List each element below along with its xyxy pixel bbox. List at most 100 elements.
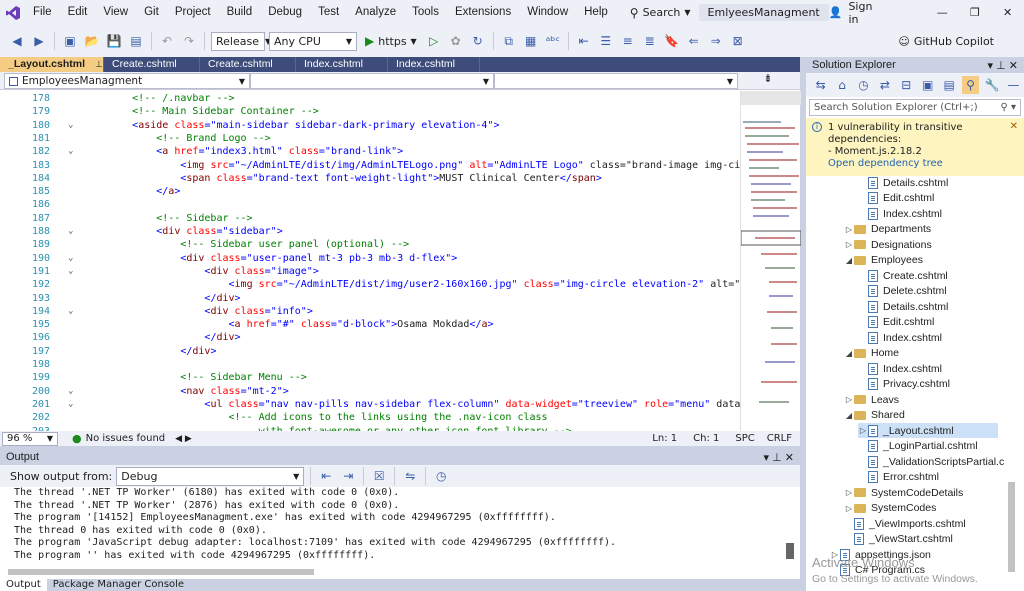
find-previous-icon[interactable]: ⇤ <box>317 467 335 485</box>
code-line[interactable]: <!-- /.navbar --> <box>84 93 234 104</box>
code-line[interactable]: <span class="brand-text font-weight-ligh… <box>84 173 602 184</box>
pin-icon[interactable]: ⊥ <box>772 452 782 464</box>
save-icon[interactable]: 💾 <box>105 32 123 50</box>
menu-item[interactable]: Test <box>310 0 347 25</box>
expand-arrow-icon[interactable]: ▷ <box>844 225 854 234</box>
comment-icon[interactable]: ≡ <box>619 32 637 50</box>
dismiss-banner-icon[interactable]: ✕ <box>1010 121 1018 133</box>
start-without-debugging-icon[interactable]: ▷ <box>425 32 443 50</box>
project-dropdown[interactable]: EmployeesManagment ▼ <box>4 73 250 89</box>
tree-item[interactable]: ▷ _Layout.cshtml <box>858 423 998 438</box>
column-indicator[interactable]: Ch: 1 <box>693 433 719 444</box>
restore-button[interactable]: ❐ <box>959 6 992 19</box>
tree-item[interactable]: Create.cshtml <box>858 268 948 283</box>
tree-item[interactable]: _ValidationScriptsPartial.c <box>858 454 1004 469</box>
more-icon[interactable]: — <box>1005 76 1022 94</box>
tree-item[interactable]: Index.cshtml <box>858 330 942 345</box>
tree-item[interactable]: ◢ Employees <box>844 253 923 268</box>
minimize-button[interactable]: — <box>926 6 959 19</box>
menu-item[interactable]: Analyze <box>347 0 404 25</box>
fold-toggle-icon[interactable]: ⌄ <box>68 266 73 276</box>
tree-item[interactable]: ▷ Leavs <box>844 392 899 407</box>
fold-toggle-icon[interactable]: ⌄ <box>68 120 73 130</box>
tree-vscrollbar[interactable] <box>1008 482 1015 572</box>
solution-search-input[interactable]: Search Solution Explorer (Ctrl+;) ⚲ ▾ <box>809 99 1021 116</box>
line-indicator[interactable]: Ln: 1 <box>652 433 677 444</box>
code-line[interactable]: </div> <box>84 293 240 304</box>
browser-link-icon[interactable]: ⧉ <box>500 32 518 50</box>
tree-item[interactable]: Delete.cshtml <box>858 284 947 299</box>
uncomment-icon[interactable]: ≣ <box>641 32 659 50</box>
code-line[interactable]: <a href="#" class="d-block">Osama Mokdad… <box>84 319 494 330</box>
preview-icon[interactable]: ▤ <box>940 76 957 94</box>
output-hscrollbar[interactable] <box>8 569 314 575</box>
line-ending-indicator[interactable]: CRLF <box>767 433 792 444</box>
nav-arrows-icon[interactable]: ◀ ▶ <box>175 434 192 444</box>
document-tab[interactable]: Create.cshtml <box>200 57 296 72</box>
configuration-dropdown[interactable]: Release▼ <box>211 31 271 51</box>
word-wrap-icon[interactable]: ⇋ <box>401 467 419 485</box>
collapse-arrow-icon[interactable]: ◢ <box>844 411 854 420</box>
find-next-icon[interactable]: ⇥ <box>339 467 357 485</box>
sign-in-button[interactable]: 👤 Sign in <box>829 0 884 26</box>
tree-item[interactable]: _LoginPartial.cshtml <box>858 439 978 454</box>
menu-item[interactable]: Window <box>519 0 576 25</box>
menu-item[interactable]: Extensions <box>447 0 519 25</box>
clear-all-icon[interactable]: ☒ <box>370 467 388 485</box>
expand-arrow-icon[interactable]: ▷ <box>844 488 854 497</box>
code-line[interactable]: <!-- Main Sidebar Container --> <box>84 106 319 117</box>
attach-icon[interactable]: ✿ <box>447 32 465 50</box>
code-line[interactable]: <div class="sidebar"> <box>84 226 282 237</box>
code-line[interactable]: <!-- Sidebar --> <box>84 213 252 224</box>
close-icon[interactable]: ✕ <box>1009 60 1018 72</box>
code-line[interactable]: <!-- Brand Logo --> <box>84 133 270 144</box>
zoom-dropdown[interactable]: 96 % ▼ <box>2 431 58 446</box>
menu-item[interactable]: Build <box>219 0 261 25</box>
menu-item[interactable]: Debug <box>260 0 310 25</box>
home-icon[interactable]: ⌂ <box>833 76 850 94</box>
document-tab[interactable]: Index.cshtml <box>296 57 388 72</box>
code-line[interactable]: </a> <box>84 186 180 197</box>
step-icon[interactable]: ⇤ <box>575 32 593 50</box>
spell-check-icon[interactable]: ᵃᵇᶜ <box>544 32 562 50</box>
fold-toggle-icon[interactable]: ⌄ <box>68 399 73 409</box>
output-text[interactable]: The thread '.NET TP Worker' (6180) has e… <box>14 487 616 562</box>
close-button[interactable]: ✕ <box>991 6 1024 19</box>
fold-toggle-icon[interactable]: ⌄ <box>68 226 73 236</box>
menu-item[interactable]: View <box>95 0 136 25</box>
expand-arrow-icon[interactable]: ▷ <box>844 240 854 249</box>
code-line[interactable]: <!-- Add icons to the links using the .n… <box>84 412 547 423</box>
window-menu-icon[interactable]: ▾ <box>988 60 994 72</box>
whitespace-indicator[interactable]: SPC <box>735 433 754 444</box>
save-all-icon[interactable]: ▤ <box>127 32 145 50</box>
tree-item[interactable]: Details.cshtml <box>858 299 948 314</box>
tree-item[interactable]: ◢ Shared <box>844 408 905 423</box>
switch-views-icon[interactable]: ⇆ <box>812 76 829 94</box>
tree-item[interactable]: ▷ Departments <box>844 222 931 237</box>
tree-item[interactable]: Details.cshtml <box>858 175 948 190</box>
menu-item[interactable]: Project <box>167 0 219 25</box>
undo-icon[interactable]: ↶ <box>158 32 176 50</box>
pending-changes-icon[interactable]: ◷ <box>855 76 872 94</box>
expand-arrow-icon[interactable]: ▷ <box>858 426 868 435</box>
menu-item[interactable]: File <box>25 0 60 25</box>
tree-item[interactable]: _ViewStart.cshtml <box>844 532 953 547</box>
bottom-tab[interactable]: Package Manager Console <box>47 579 190 591</box>
scroll-minimap[interactable] <box>740 91 802 431</box>
collapse-arrow-icon[interactable]: ◢ <box>844 349 854 358</box>
tree-item[interactable]: Error.cshtml <box>858 470 939 485</box>
code-line[interactable]: <!-- Sidebar user panel (optional) --> <box>84 239 409 250</box>
new-project-icon[interactable]: ▣ <box>61 32 79 50</box>
code-line[interactable]: <img src="~/AdminLTE/dist/img/AdminLTELo… <box>84 160 740 171</box>
code-line[interactable]: <div class="image"> <box>84 266 318 277</box>
code-line[interactable]: </div> <box>84 346 216 357</box>
code-line[interactable]: <img src="~/AdminLTE/dist/img/user2-160x… <box>84 279 741 290</box>
expand-arrow-icon[interactable]: ▷ <box>844 395 854 404</box>
close-icon[interactable]: ✕ <box>785 452 794 464</box>
bottom-tab[interactable]: Output <box>0 579 47 591</box>
issues-indicator[interactable]: ● No issues found <box>72 432 165 445</box>
open-dependency-tree-link[interactable]: Open dependency tree <box>828 158 1018 170</box>
menu-item[interactable]: Help <box>576 0 616 25</box>
show-all-files-icon[interactable]: ▣ <box>919 76 936 94</box>
expand-arrow-icon[interactable]: ▷ <box>844 504 854 513</box>
